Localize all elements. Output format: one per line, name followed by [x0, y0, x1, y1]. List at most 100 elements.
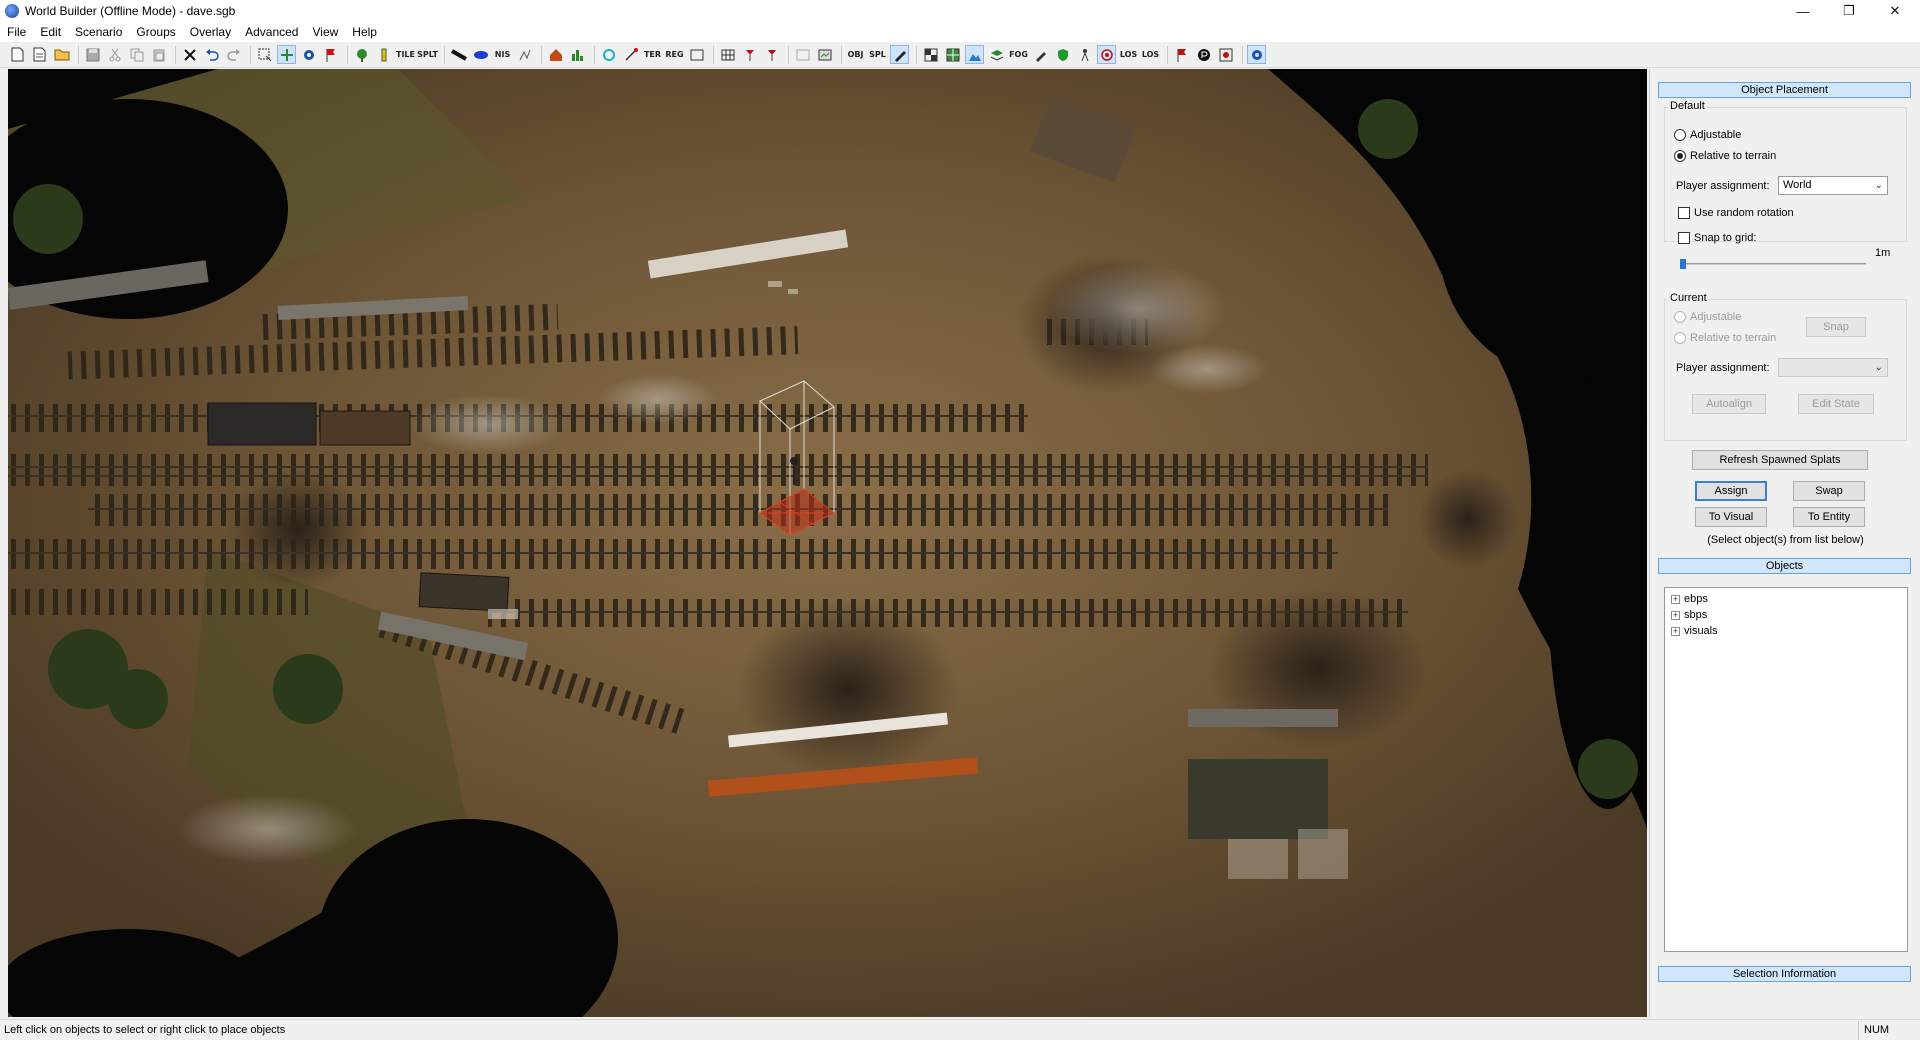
building-icon[interactable] [546, 45, 565, 64]
splat-icon[interactable] [599, 45, 618, 64]
minimap-icon[interactable] [815, 45, 834, 64]
toolbar: TILE SPLT NIS TER REG OBJ SPL FOG LOS LO… [0, 42, 1920, 68]
menu-help[interactable]: Help [345, 25, 384, 39]
delete-icon[interactable] [180, 45, 199, 64]
open-folder-icon[interactable] [52, 45, 71, 64]
menu-view[interactable]: View [305, 25, 345, 39]
path-icon[interactable] [515, 45, 534, 64]
cut-icon[interactable] [105, 45, 124, 64]
snap-to-grid-checkbox[interactable]: Snap to grid: [1678, 232, 1756, 244]
frame-icon[interactable] [687, 45, 706, 64]
bar-graph-icon[interactable] [568, 45, 587, 64]
marker-icon[interactable] [374, 45, 393, 64]
reg-button[interactable]: REG [665, 45, 684, 64]
heightmap-icon[interactable] [965, 45, 984, 64]
assign-button[interactable]: Assign [1695, 481, 1767, 501]
terrain-view[interactable] [8, 69, 1647, 1017]
expand-plus-icon[interactable]: + [1671, 610, 1680, 620]
swap-button[interactable]: Swap [1793, 481, 1865, 501]
menu-groups[interactable]: Groups [129, 25, 182, 39]
copy-icon[interactable] [127, 45, 146, 64]
restore-button[interactable]: ❐ [1826, 0, 1872, 22]
random-rotation-checkbox[interactable]: Use random rotation [1678, 207, 1794, 219]
chevron-down-icon: ⌄ [1874, 180, 1883, 191]
default-adjustable-radio[interactable]: Adjustable [1674, 129, 1741, 141]
red-flag-icon[interactable] [321, 45, 340, 64]
minimize-button[interactable]: — [1780, 0, 1826, 22]
current-adjustable-radio[interactable]: Adjustable [1674, 311, 1741, 323]
water-icon[interactable] [471, 45, 490, 64]
line-tool-icon[interactable] [621, 45, 640, 64]
record-icon[interactable] [1216, 45, 1235, 64]
obj-button[interactable]: OBJ [846, 45, 865, 64]
tree-item-sbps[interactable]: + sbps [1671, 609, 1707, 621]
toolbar-separator [713, 45, 714, 64]
tree-icon[interactable] [352, 45, 371, 64]
toolbar-separator [916, 45, 917, 64]
default-relative-terrain-radio[interactable]: Relative to terrain [1674, 150, 1776, 162]
gear-icon[interactable] [299, 45, 318, 64]
tree-item-ebps[interactable]: + ebps [1671, 593, 1708, 605]
red-marker-icon[interactable] [740, 45, 759, 64]
terrain-grid-icon[interactable] [943, 45, 962, 64]
menu-edit[interactable]: Edit [33, 25, 68, 39]
circle-p-icon[interactable] [1194, 45, 1213, 64]
expand-plus-icon[interactable]: + [1671, 594, 1680, 604]
to-entity-button[interactable]: To Entity [1793, 507, 1865, 527]
refresh-spawned-splats-button[interactable]: Refresh Spawned Splats [1692, 450, 1868, 470]
nis-button[interactable]: NIS [493, 45, 512, 64]
checker-icon[interactable] [921, 45, 940, 64]
new-file-icon[interactable] [8, 45, 27, 64]
default-player-assignment-select[interactable]: World ⌄ [1778, 176, 1888, 195]
brush-icon[interactable] [890, 45, 909, 64]
marquee-select-icon[interactable] [255, 45, 274, 64]
spl-button[interactable]: SPL [868, 45, 887, 64]
toolbar-separator [841, 45, 842, 64]
object-placement-header[interactable]: Object Placement [1658, 82, 1911, 98]
toolbar-separator [444, 45, 445, 64]
selection-information-header[interactable]: Selection Information [1658, 966, 1911, 982]
ter-button[interactable]: TER [643, 45, 662, 64]
edit-state-button[interactable]: Edit State [1798, 394, 1874, 414]
soldier-icon[interactable] [1075, 45, 1094, 64]
road-icon[interactable] [449, 45, 468, 64]
menu-advanced[interactable]: Advanced [238, 25, 305, 39]
grid-size-slider[interactable] [1680, 263, 1866, 265]
close-button[interactable]: ✕ [1872, 0, 1918, 22]
menu-scenario[interactable]: Scenario [68, 25, 129, 39]
los-button-two[interactable]: LOS [1141, 45, 1160, 64]
red-marker-alt-icon[interactable] [762, 45, 781, 64]
current-player-assignment-select[interactable]: ⌄ [1778, 358, 1888, 377]
objects-tree[interactable]: + ebps + sbps + visuals [1664, 587, 1908, 952]
snap-button[interactable]: Snap [1806, 317, 1866, 337]
new-document-icon[interactable] [30, 45, 49, 64]
move-objects-icon[interactable] [277, 45, 296, 64]
shield-icon[interactable] [1053, 45, 1072, 64]
to-visual-button[interactable]: To Visual [1695, 507, 1767, 527]
disabled-tool-icon[interactable] [793, 45, 812, 64]
autoalign-button[interactable]: Autoalign [1692, 394, 1766, 414]
current-relative-terrain-radio[interactable]: Relative to terrain [1674, 332, 1776, 344]
layers-icon[interactable] [987, 45, 1006, 64]
pencil-icon[interactable] [1031, 45, 1050, 64]
expand-plus-icon[interactable]: + [1671, 626, 1680, 636]
los-button-one[interactable]: LOS [1119, 45, 1138, 64]
settings-gear-icon[interactable] [1247, 45, 1266, 64]
redo-icon[interactable] [224, 45, 243, 64]
menu-file[interactable]: File [0, 25, 33, 39]
menu-overlay[interactable]: Overlay [183, 25, 238, 39]
map-viewport[interactable] [8, 69, 1647, 1017]
default-player-assignment-value: World [1783, 179, 1812, 191]
split-button[interactable]: SPLT [417, 45, 438, 64]
tree-item-visuals[interactable]: + visuals [1671, 625, 1718, 637]
flag-icon[interactable] [1172, 45, 1191, 64]
tile-button[interactable]: TILE [396, 45, 415, 64]
fog-button[interactable]: FOG [1009, 45, 1028, 64]
save-icon[interactable] [83, 45, 102, 64]
grid-icon[interactable] [718, 45, 737, 64]
paste-icon[interactable] [149, 45, 168, 64]
grid-size-slider-thumb[interactable] [1680, 259, 1686, 269]
objects-header[interactable]: Objects [1658, 558, 1911, 574]
undo-icon[interactable] [202, 45, 221, 64]
vision-icon[interactable] [1097, 45, 1116, 64]
